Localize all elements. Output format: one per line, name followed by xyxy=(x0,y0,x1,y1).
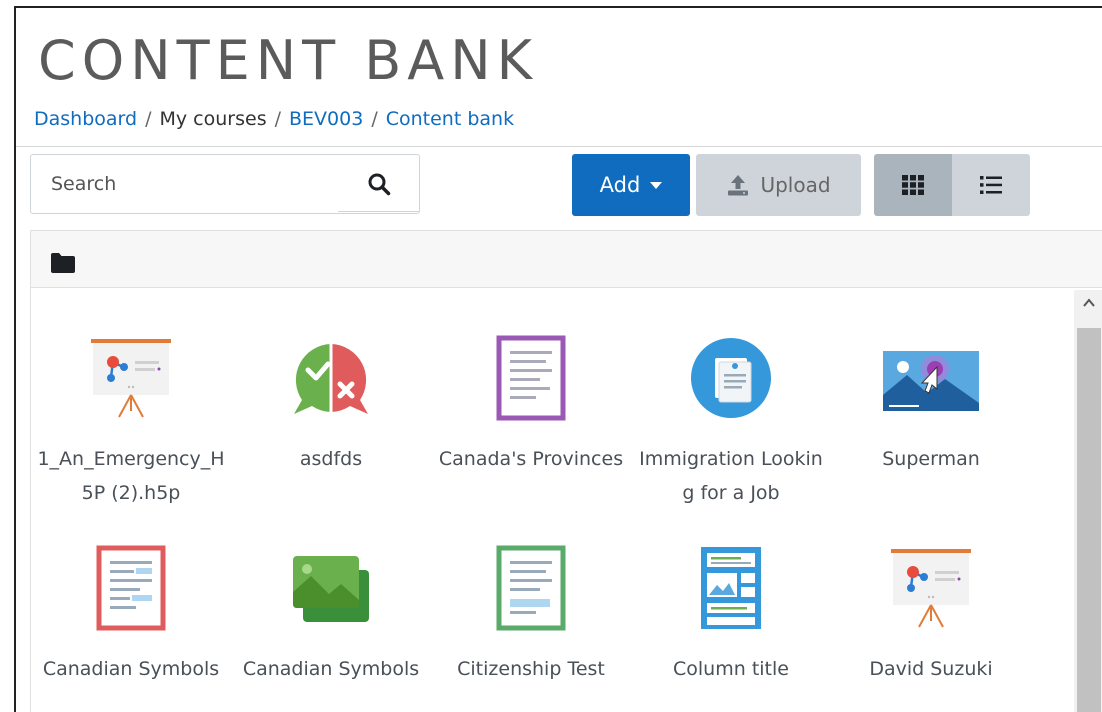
search-box xyxy=(30,154,420,214)
breadcrumb-separator: / xyxy=(145,108,152,130)
content-item[interactable]: 1_An_Emergency_H5P (2).h5p xyxy=(31,328,231,510)
content-item-name: Canada's Provinces xyxy=(438,448,624,470)
breadcrumb-content-bank[interactable]: Content bank xyxy=(386,108,514,130)
breadcrumb: Dashboard / My courses / BEV003 / Content bank xyxy=(34,108,514,130)
interactive-video-icon xyxy=(881,328,981,428)
content-item[interactable]: Canadian Symbols xyxy=(231,538,431,686)
search-icon xyxy=(368,173,390,196)
upload-icon xyxy=(728,175,749,196)
content-item[interactable]: Superman xyxy=(831,328,1031,476)
upload-button[interactable]: Upload xyxy=(696,154,861,216)
vertical-scrollbar[interactable] xyxy=(1074,290,1102,712)
content-item-name: Citizenship Test xyxy=(457,658,605,680)
list-icon xyxy=(980,176,1002,194)
column-layout-icon xyxy=(681,538,781,638)
content-item[interactable]: Citizenship Test xyxy=(431,538,631,686)
page-title: CONTENT BANK xyxy=(38,29,539,92)
content-item-name: Canadian Symbols xyxy=(42,658,220,680)
image-cards-icon xyxy=(281,538,381,638)
caret-down-icon xyxy=(650,181,663,189)
breadcrumb-my-courses[interactable]: My courses xyxy=(160,108,267,130)
content-item-name: Superman xyxy=(882,448,980,470)
header-divider xyxy=(16,146,1102,147)
breadcrumb-separator: / xyxy=(274,108,281,130)
breadcrumb-course[interactable]: BEV003 xyxy=(289,108,363,130)
grid-icon xyxy=(902,175,924,195)
folder-icon[interactable] xyxy=(51,253,75,273)
folder-navigation-bar xyxy=(30,230,1102,288)
content-item[interactable]: asdfds xyxy=(231,328,431,476)
content-item[interactable]: Column title xyxy=(631,538,831,686)
content-grid: 1_An_Emergency_H5P (2).h5p asdfds Canada… xyxy=(30,288,1102,712)
presentation-icon xyxy=(881,538,981,638)
content-item[interactable]: Canada's Provinces xyxy=(431,328,631,476)
true-false-icon xyxy=(281,328,381,428)
document-purple-icon xyxy=(481,328,581,428)
presentation-icon xyxy=(81,328,181,428)
content-item-name: asdfds xyxy=(299,448,363,470)
grid-view-button[interactable] xyxy=(874,154,952,216)
content-item-name: Column title xyxy=(673,658,789,680)
upload-button-label: Upload xyxy=(760,173,831,197)
add-button-label: Add xyxy=(599,173,641,197)
search-button[interactable] xyxy=(337,155,419,213)
content-item[interactable]: David Suzuki xyxy=(831,538,1031,686)
content-item-name: Immigration Looking for a Job xyxy=(639,448,823,504)
content-bank-frame: CONTENT BANK Dashboard / My courses / BEV003… xyxy=(14,6,1102,712)
document-red-icon xyxy=(81,538,181,638)
list-view-button[interactable] xyxy=(952,154,1030,216)
add-button[interactable]: Add xyxy=(572,154,690,216)
content-item[interactable]: Immigration Looking for a Job xyxy=(631,328,831,510)
content-item-name: 1_An_Emergency_H5P (2).h5p xyxy=(37,448,225,504)
scroll-up-arrow-icon[interactable] xyxy=(1083,298,1095,308)
search-input[interactable] xyxy=(31,155,337,213)
breadcrumb-dashboard[interactable]: Dashboard xyxy=(34,108,137,130)
content-item[interactable]: Canadian Symbols xyxy=(31,538,231,686)
content-item-name: Canadian Symbols xyxy=(242,658,420,680)
scrollbar-thumb[interactable] xyxy=(1077,328,1101,712)
breadcrumb-separator: / xyxy=(371,108,378,130)
info-document-icon xyxy=(681,328,781,428)
content-item-name: David Suzuki xyxy=(869,658,993,680)
document-green-icon xyxy=(481,538,581,638)
